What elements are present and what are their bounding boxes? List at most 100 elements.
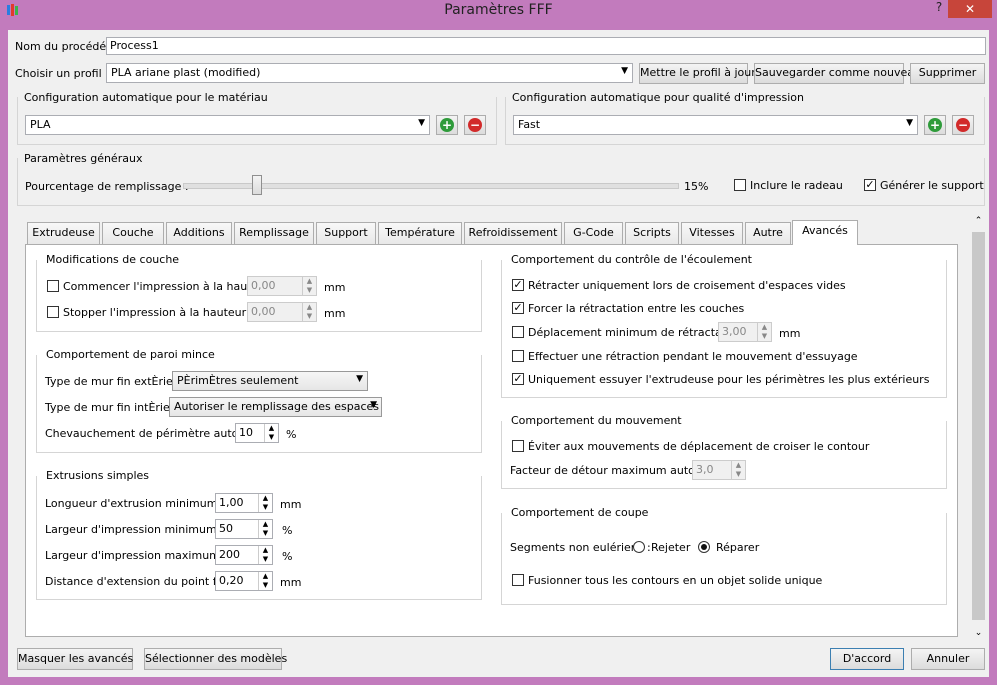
merge-contours-checkbox[interactable] <box>512 574 524 586</box>
process-name-label: Nom du procédé : <box>15 40 114 53</box>
profile-select-value: PLA ariane plast (modified) <box>111 66 261 79</box>
auto-material-title: Configuration automatique pour le matéri… <box>24 91 268 104</box>
retract-wipe-checkbox[interactable] <box>512 350 524 362</box>
scrollbar-thumb[interactable] <box>972 232 985 620</box>
start-height-unit: mm <box>324 281 346 294</box>
retract-empty-label: Rétracter uniquement lors de croisement … <box>528 279 846 292</box>
max-width-unit: % <box>282 550 293 563</box>
inner-wall-label: Type de mur fin intÈrieur <box>45 401 182 414</box>
inner-wall-select[interactable]: Autoriser le remplissage des espaces ▼ <box>169 397 382 417</box>
force-retract-label: Forcer la rétractation entre les couches <box>528 302 745 315</box>
start-height-checkbox[interactable] <box>47 280 59 292</box>
outer-wall-select[interactable]: PÈrimÈtres seulement ▼ <box>172 371 368 391</box>
chevron-down-icon: ▼ <box>356 374 363 384</box>
stop-height-spin[interactable]: 0,00 ▲ ▼ <box>247 302 317 322</box>
select-models-button[interactable]: Sélectionner des modèles <box>144 648 287 670</box>
tab-scripts[interactable]: Scripts <box>625 222 679 244</box>
material-select-value: PLA <box>30 118 51 131</box>
tab-extrudeuse[interactable]: Extrudeuse <box>27 222 100 244</box>
detour-spin[interactable]: 3,0 ▲ ▼ <box>692 460 746 480</box>
add-material-button[interactable]: + <box>436 115 458 135</box>
overlap-spin[interactable]: 10 ▲ ▼ <box>235 423 279 443</box>
chevron-down-icon[interactable]: ⌄ <box>970 628 987 638</box>
support-checkbox[interactable]: ✓ <box>864 179 876 191</box>
min-extrusion-value: 1,00 <box>219 496 244 509</box>
tab-remplissage[interactable]: Remplissage <box>234 222 314 244</box>
thin-wall-title: Comportement de paroi mince <box>44 348 217 361</box>
update-profile-button[interactable]: Mettre le profil à jour <box>639 63 756 84</box>
chevron-down-icon: ▼ <box>418 118 425 128</box>
remove-quality-button[interactable]: − <box>952 115 974 135</box>
movement-title: Comportement du mouvement <box>509 414 684 427</box>
tab-gcode[interactable]: G-Code <box>564 222 623 244</box>
retract-empty-checkbox[interactable]: ✓ <box>512 279 524 291</box>
save-new-button[interactable]: Sauvegarder comme nouveau <box>754 63 921 84</box>
stop-height-value: 0,00 <box>251 305 276 318</box>
tab-avances[interactable]: Avancés <box>792 220 858 245</box>
stop-height-label: Stopper l'impression à la hauteur <box>63 306 247 319</box>
tab-couche[interactable]: Couche <box>102 222 164 244</box>
close-button[interactable]: ✕ <box>948 0 992 18</box>
endpoint-extension-value: 0,20 <box>219 574 244 587</box>
min-extrusion-label: Longueur d'extrusion minimum <box>45 497 218 510</box>
add-quality-button[interactable]: + <box>924 115 946 135</box>
avoid-crossing-checkbox[interactable] <box>512 440 524 452</box>
infill-label: Pourcentage de remplissage : <box>25 180 189 193</box>
material-select[interactable]: PLA ▼ <box>25 115 430 135</box>
force-retract-checkbox[interactable]: ✓ <box>512 302 524 314</box>
quality-select-value: Fast <box>518 118 541 131</box>
raft-checkbox[interactable] <box>734 179 746 191</box>
min-travel-checkbox[interactable] <box>512 326 524 338</box>
support-label: Générer le support <box>880 179 984 192</box>
quality-select[interactable]: Fast ▼ <box>513 115 918 135</box>
reject-radio[interactable] <box>633 541 645 553</box>
detour-label: Facteur de détour maximum autorisé <box>510 464 715 477</box>
start-height-label: Commencer l'impression à la hauteur <box>63 280 270 293</box>
profile-select[interactable]: PLA ariane plast (modified) ▼ <box>106 63 633 83</box>
window-title: Paramètres FFF <box>444 2 553 18</box>
remove-material-button[interactable]: − <box>464 115 486 135</box>
min-extrusion-unit: mm <box>280 498 302 511</box>
tab-autre[interactable]: Autre <box>745 222 791 244</box>
start-height-value: 0,00 <box>251 279 276 292</box>
tab-temperature[interactable]: Température <box>378 222 462 244</box>
repair-radio[interactable] <box>698 541 710 553</box>
flow-control-title: Comportement du contrôle de l'écoulement <box>509 253 754 266</box>
plus-icon: + <box>440 118 454 132</box>
min-width-spin[interactable]: 50 ▲ ▼ <box>215 519 273 539</box>
cutting-title: Comportement de coupe <box>509 506 651 519</box>
max-width-spin[interactable]: 200 ▲ ▼ <box>215 545 273 565</box>
general-title: Paramètres généraux <box>24 152 143 165</box>
overlap-label: Chevauchement de périmètre autorisé <box>45 427 259 440</box>
stop-height-checkbox[interactable] <box>47 306 59 318</box>
infill-slider-thumb[interactable] <box>252 175 263 195</box>
min-extrusion-spin[interactable]: 1,00 ▲ ▼ <box>215 493 273 513</box>
hide-advanced-button[interactable]: Masquer les avancés <box>17 648 133 670</box>
tab-vitesses[interactable]: Vitesses <box>681 222 743 244</box>
auto-quality-title: Configuration automatique pour qualité d… <box>512 91 805 104</box>
chevron-down-icon: ▼ <box>906 118 913 128</box>
help-button[interactable]: ? <box>930 0 948 18</box>
tab-additions[interactable]: Additions <box>166 222 232 244</box>
ok-button[interactable]: D'accord <box>830 648 904 670</box>
min-travel-spin[interactable]: 3,00 ▲ ▼ <box>718 322 772 342</box>
chevron-up-icon[interactable]: ⌃ <box>970 216 987 226</box>
overlap-unit: % <box>286 428 297 441</box>
panel-scrollbar[interactable]: ⌃ ⌄ <box>970 214 987 640</box>
single-extrusions-title: Extrusions simples <box>44 469 152 482</box>
min-width-value: 50 <box>219 522 233 535</box>
cutting-group <box>501 513 947 605</box>
max-width-value: 200 <box>219 548 240 561</box>
detour-value: 3,0 <box>696 463 714 476</box>
process-name-input[interactable]: Process1 <box>106 37 986 55</box>
tab-support[interactable]: Support <box>316 222 376 244</box>
start-height-spin[interactable]: 0,00 ▲ ▼ <box>247 276 317 296</box>
profile-label: Choisir un profil : <box>15 67 109 80</box>
endpoint-extension-spin[interactable]: 0,20 ▲ ▼ <box>215 571 273 591</box>
wipe-outer-checkbox[interactable]: ✓ <box>512 373 524 385</box>
outer-wall-label: Type de mur fin extÈrieur <box>45 375 185 388</box>
wipe-outer-label: Uniquement essuyer l'extrudeuse pour les… <box>528 373 930 386</box>
delete-profile-button[interactable]: Supprimer <box>910 63 985 84</box>
cancel-button[interactable]: Annuler <box>911 648 985 670</box>
tab-refroidissement[interactable]: Refroidissement <box>464 222 562 244</box>
